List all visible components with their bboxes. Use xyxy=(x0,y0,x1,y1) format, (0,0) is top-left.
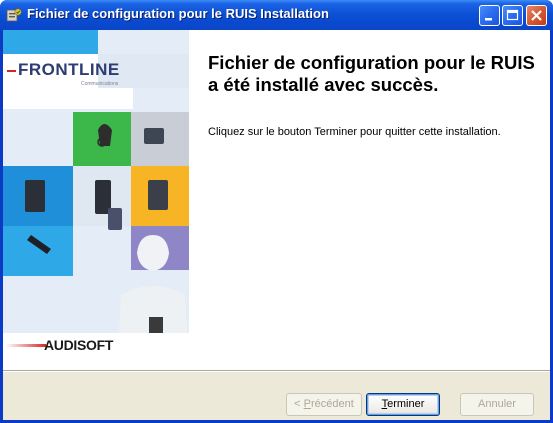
finish-button-label: erminer xyxy=(387,398,425,410)
installer-icon xyxy=(6,8,22,22)
maximize-button[interactable] xyxy=(502,5,523,26)
button-bar: < Précédent Terminer Annuler xyxy=(3,372,550,423)
maximize-icon xyxy=(506,9,519,21)
audisoft-logo-text: AUDISOFT xyxy=(44,337,114,353)
close-icon xyxy=(531,10,542,21)
title-bar[interactable]: Fichier de configuration pour le RUIS In… xyxy=(0,0,553,30)
previous-button[interactable]: < Précédent xyxy=(286,393,362,416)
banner-image: FRONTLINE Communications AUDISOFT xyxy=(3,30,189,370)
installer-window: Fichier de configuration pour le RUIS In… xyxy=(0,0,553,423)
minimize-button[interactable] xyxy=(479,5,500,26)
success-heading: Fichier de configuration pour le RUIS a … xyxy=(208,52,535,95)
audisoft-logo: AUDISOFT xyxy=(6,335,136,355)
previous-button-prefix: < xyxy=(294,398,304,410)
previous-button-mnemonic: P xyxy=(303,398,311,410)
minimize-icon xyxy=(485,18,492,21)
audisoft-logo-swoosh xyxy=(6,344,46,347)
window-title: Fichier de configuration pour le RUIS In… xyxy=(27,6,329,21)
frontline-logo-text: FRONTLINE xyxy=(18,60,120,79)
previous-button-label: récédent xyxy=(311,398,354,410)
frontline-logo: FRONTLINE xyxy=(7,60,127,80)
cancel-button[interactable]: Annuler xyxy=(460,393,534,416)
content-panel: Fichier de configuration pour le RUIS a … xyxy=(189,30,550,370)
dialog-client-area: FRONTLINE Communications AUDISOFT Fichie… xyxy=(3,30,550,423)
close-button[interactable] xyxy=(526,5,547,26)
instruction-text: Cliquez sur le bouton Terminer pour quit… xyxy=(208,126,501,138)
frontline-subtitle: Communications xyxy=(81,81,119,87)
finish-button[interactable]: Terminer xyxy=(366,393,440,416)
